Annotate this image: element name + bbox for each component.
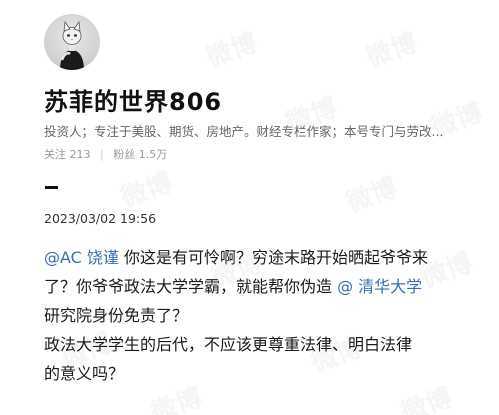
avatar[interactable] xyxy=(44,14,100,70)
post-timestamp: 2023/03/02 19:56 xyxy=(44,211,157,226)
weibo-post-screenshot: 微博 微博 微博 微博 微博 微博 微博 微博 微博 微博 微博 微博 苏菲的世… xyxy=(0,0,499,415)
post-line: 政法大学学生的后代，不应该更尊重法律、明白法律 xyxy=(44,335,413,354)
stats-divider: | xyxy=(100,148,104,161)
cat-avatar-icon xyxy=(60,20,84,70)
mention-link[interactable]: @AC 饶谨 xyxy=(44,248,119,267)
watermark: 微博 xyxy=(117,167,177,214)
post-text: 你这是有可怜啊？穷途末路开始晒起爷爷来 xyxy=(118,248,429,267)
post-line: 研究院身份免责了？ xyxy=(44,306,189,325)
following-label[interactable]: 关注 xyxy=(44,148,66,161)
following-count[interactable]: 213 xyxy=(70,148,91,161)
watermark: 微博 xyxy=(362,27,422,74)
profile-bio: 投资人；专注于美股、期货、房地产。财经专栏作家；本号专门与劳改... xyxy=(44,124,444,139)
post-line: @AC 饶谨 你这是有可怜啊？穷途末路开始晒起爷爷来 xyxy=(44,243,484,272)
watermark: 微博 xyxy=(342,172,402,219)
followers-label[interactable]: 粉丝 xyxy=(113,148,135,161)
post-line: 的意义吗？ xyxy=(44,364,125,383)
watermark: 微博 xyxy=(202,27,262,74)
mention-link[interactable]: @ 清华大学 xyxy=(337,277,422,296)
profile-name[interactable]: 苏菲的世界806 xyxy=(44,82,222,117)
section-divider xyxy=(45,186,58,189)
post-line: 了？你爷爷政法大学学霸，就能帮你伪造 @ 清华大学 xyxy=(44,272,484,301)
followers-count[interactable]: 1.5万 xyxy=(139,148,168,161)
post-body: @AC 饶谨 你这是有可怜啊？穷途末路开始晒起爷爷来 了？你爷爷政法大学学霸，就… xyxy=(44,243,484,388)
profile-stats: 关注 213 | 粉丝 1.5万 xyxy=(44,146,167,162)
post-text: 了？你爷爷政法大学学霸，就能帮你伪造 xyxy=(44,277,338,296)
